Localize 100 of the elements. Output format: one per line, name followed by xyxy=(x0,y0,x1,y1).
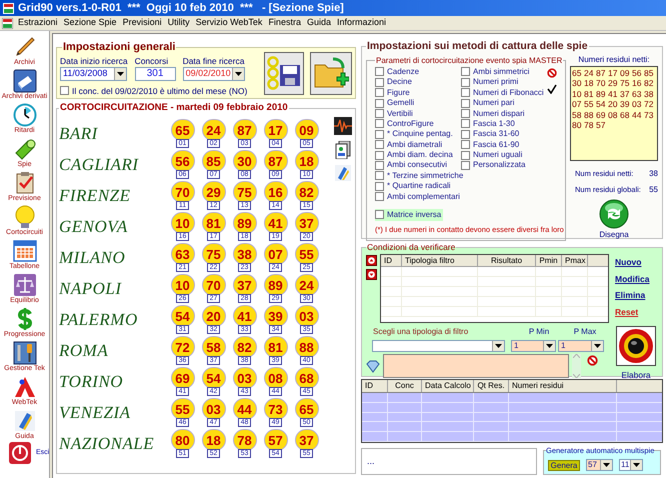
book-icon[interactable] xyxy=(12,69,36,93)
checkbox[interactable] xyxy=(461,67,470,76)
open-folder-button[interactable] xyxy=(310,52,352,94)
wheel-name: FIRENZE xyxy=(59,185,132,207)
max-dropdown[interactable]: 1 xyxy=(558,340,604,352)
scales-icon[interactable] xyxy=(12,273,36,297)
checkbox[interactable] xyxy=(461,150,470,160)
checkbox[interactable] xyxy=(375,150,384,160)
column-header[interactable]: ID xyxy=(362,380,388,392)
dropdown-button[interactable] xyxy=(600,460,612,470)
checkbox[interactable] xyxy=(375,67,384,76)
action-link[interactable]: Reset xyxy=(615,306,650,319)
diamond-icon[interactable] xyxy=(366,358,380,373)
count-dropdown[interactable]: 57 xyxy=(586,459,613,472)
checkbox[interactable] xyxy=(375,130,384,139)
checkbox[interactable] xyxy=(461,78,470,87)
menu-item[interactable]: Previsioni xyxy=(120,16,165,30)
dropdown-button[interactable] xyxy=(630,460,642,470)
checkbox[interactable] xyxy=(375,78,384,87)
guide-book-icon[interactable] xyxy=(12,409,36,433)
column-header[interactable]: Pmax xyxy=(562,254,588,266)
number-bulb: 55 xyxy=(294,243,318,266)
move-down-button[interactable] xyxy=(366,268,377,280)
tools-icon[interactable] xyxy=(12,341,36,365)
checkbox[interactable] xyxy=(461,160,470,170)
number-field[interactable]: 301 xyxy=(134,66,176,80)
min-dropdown[interactable]: 1 xyxy=(511,340,556,352)
field-label: Data fine ricerca xyxy=(182,56,245,66)
menu-item[interactable]: Sezione Spie xyxy=(60,16,120,30)
prohibited-icon[interactable] xyxy=(587,354,598,366)
number-bulb: 72 xyxy=(170,336,194,358)
checkbox[interactable] xyxy=(375,171,384,180)
menu-item[interactable]: Utility xyxy=(164,16,193,30)
date-field[interactable]: 09/02/2010 xyxy=(182,66,245,80)
menu-item[interactable]: Finestra xyxy=(265,16,304,30)
checkbox[interactable] xyxy=(461,119,470,128)
dropdown-button[interactable] xyxy=(114,68,126,80)
checkbox-label: Ambi diam. decina xyxy=(387,150,453,160)
checkbox[interactable] xyxy=(461,140,470,150)
column-header[interactable]: Qt Res. xyxy=(474,380,509,392)
checkbox[interactable] xyxy=(375,140,384,150)
column-header[interactable]: Tipologia filtro xyxy=(402,254,478,266)
app-icon[interactable] xyxy=(2,18,13,28)
date-field[interactable]: 11/03/2008 xyxy=(60,66,127,80)
column-header[interactable]: Pmin xyxy=(536,254,562,266)
count-dropdown[interactable]: 11 xyxy=(619,459,643,472)
triangle-logo-icon[interactable] xyxy=(12,375,36,399)
prohibited-icon[interactable] xyxy=(547,68,557,78)
checkmark-icon[interactable] xyxy=(547,84,557,94)
menu-item[interactable]: Informazioni xyxy=(334,16,390,30)
save-button[interactable] xyxy=(264,52,304,94)
checkbox[interactable] xyxy=(375,182,384,191)
checkbox[interactable] xyxy=(375,98,384,108)
field-label: P Max xyxy=(572,326,598,338)
column-header[interactable]: Conc xyxy=(388,380,422,392)
number-bulb: 03 xyxy=(202,398,226,420)
checkbox[interactable] xyxy=(375,210,384,220)
checkbox[interactable] xyxy=(375,160,384,170)
column-header[interactable]: Numeri residui xyxy=(509,380,617,392)
action-link[interactable]: Nuovo xyxy=(615,256,650,268)
clock-icon[interactable] xyxy=(12,103,36,127)
checkbox[interactable] xyxy=(461,88,470,98)
checkbox[interactable] xyxy=(375,88,384,98)
column-header[interactable]: Risultato xyxy=(478,254,536,266)
calendar-icon[interactable] xyxy=(12,239,36,263)
menu-item[interactable]: Estrazioni xyxy=(15,16,61,30)
field-label: Data inizio ricerca xyxy=(60,56,128,66)
dropdown-button[interactable] xyxy=(492,340,504,351)
number-bulb: 39 xyxy=(264,305,288,328)
caret-icon xyxy=(495,344,502,348)
generate-button[interactable]: Genera xyxy=(548,460,580,471)
column-header[interactable]: ID xyxy=(381,254,402,266)
column-header[interactable]: Data Calcolo xyxy=(422,380,474,392)
waveform-icon[interactable] xyxy=(334,117,352,136)
checkbox[interactable] xyxy=(375,109,384,118)
book-pen-icon[interactable] xyxy=(335,165,351,182)
dropdown-button[interactable] xyxy=(543,340,555,351)
number-bulb: 37 xyxy=(294,212,318,234)
flashlight-icon[interactable] xyxy=(12,137,36,161)
dropdown-button[interactable] xyxy=(591,340,603,351)
document-stack-icon[interactable] xyxy=(335,141,351,160)
dropdown-button[interactable] xyxy=(232,68,244,80)
down-arrow-icon xyxy=(368,270,375,278)
scroll-bar[interactable] xyxy=(572,354,581,378)
move-up-button[interactable] xyxy=(366,254,377,266)
draw-button[interactable]: Disegna xyxy=(599,198,629,241)
number-bulb: 29 xyxy=(202,181,226,204)
checkbox[interactable] xyxy=(461,130,470,139)
menu-item[interactable]: Servizio WebTek xyxy=(192,16,266,30)
action-link[interactable]: Modifica xyxy=(615,272,650,286)
power-icon[interactable] xyxy=(8,441,32,465)
menu-item[interactable]: Guida xyxy=(304,16,334,30)
checkbox[interactable] xyxy=(461,109,470,118)
action-link[interactable]: Elimina xyxy=(615,289,650,302)
checkbox[interactable] xyxy=(461,98,470,108)
checkbox[interactable] xyxy=(375,192,384,202)
checkbox[interactable] xyxy=(60,86,69,96)
inverse-matrix-option[interactable]: Matrice inversa xyxy=(375,208,443,221)
checkbox[interactable] xyxy=(375,119,384,128)
lightbulb-icon[interactable] xyxy=(12,205,36,229)
